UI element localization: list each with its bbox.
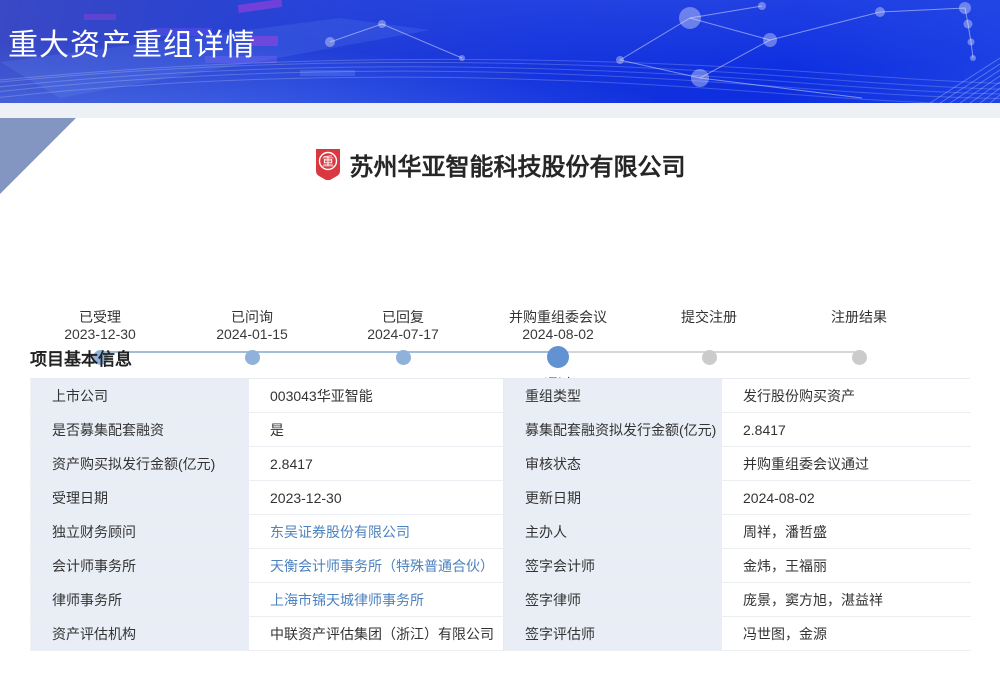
info-label: 主办人 (504, 515, 722, 549)
info-label: 会计师事务所 (31, 549, 249, 583)
info-label: 受理日期 (31, 481, 249, 515)
section-title: 项目基本信息 (30, 345, 132, 370)
info-label: 独立财务顾问 (31, 515, 249, 549)
info-value: 庞景，窦方旭，湛益祥 (722, 583, 971, 617)
timeline-step-inquired: 已问询 2024-01-15 (167, 307, 337, 389)
info-value: 003043华亚智能 (249, 379, 504, 413)
info-value: 并购重组委会议通过 (722, 447, 971, 481)
timeline-step-registration-result: 注册结果 (774, 307, 944, 389)
review-timeline: 已受理 2023-12-30 已问询 2024-01-15 已回复 2024-0… (0, 210, 1000, 305)
info-value: 周祥，潘哲盛 (722, 515, 971, 549)
info-label: 重组类型 (504, 379, 722, 413)
info-label: 上市公司 (31, 379, 249, 413)
info-value: 发行股份购买资产 (722, 379, 971, 413)
info-label: 更新日期 (504, 481, 722, 515)
timeline-dot (396, 350, 411, 365)
timeline-dot-current (547, 346, 569, 368)
law-firm-link[interactable]: 上海市锦天城律师事务所 (249, 583, 504, 617)
banner-divider-strip (0, 103, 1000, 118)
project-info-table: 上市公司 003043华亚智能 重组类型 发行股份购买资产 是否募集配套融资 是… (30, 378, 970, 651)
restructure-badge-icon: 重 (315, 148, 341, 180)
info-value: 冯世图，金源 (722, 617, 971, 651)
info-value: 2023-12-30 (249, 481, 504, 515)
info-label: 签字评估师 (504, 617, 722, 651)
info-label: 资产评估机构 (31, 617, 249, 651)
company-name: 苏州华亚智能科技股份有限公司 (350, 147, 686, 182)
page-title: 重大资产重组详情 (8, 20, 256, 64)
info-value: 金炜，王福丽 (722, 549, 971, 583)
timeline-dot (702, 350, 717, 365)
info-label: 审核状态 (504, 447, 722, 481)
page-banner: 重大资产重组详情 (0, 0, 1000, 103)
info-label: 是否募集配套融资 (31, 413, 249, 447)
info-label: 签字律师 (504, 583, 722, 617)
timeline-dot (852, 350, 867, 365)
page: 重大资产重组详情 主板 重 苏州华亚智能科技股份有限公司 已受理 2023-12… (0, 0, 1000, 677)
info-value: 是 (249, 413, 504, 447)
content-card: 主板 重 苏州华亚智能科技股份有限公司 已受理 2023-12-30 已问询 (0, 118, 1000, 677)
info-label: 募集配套融资拟发行金额(亿元) (504, 413, 722, 447)
financial-advisor-link[interactable]: 东吴证券股份有限公司 (249, 515, 504, 549)
info-value: 2.8417 (722, 413, 971, 447)
svg-text:重: 重 (321, 155, 333, 169)
timeline-dot (245, 350, 260, 365)
info-value: 2.8417 (249, 447, 504, 481)
info-value: 中联资产评估集团（浙江）有限公司 (249, 617, 504, 651)
info-label: 律师事务所 (31, 583, 249, 617)
info-label: 资产购买拟发行金额(亿元) (31, 447, 249, 481)
info-label: 签字会计师 (504, 549, 722, 583)
company-heading: 重 苏州华亚智能科技股份有限公司 (0, 146, 1000, 182)
timeline-step-replied: 已回复 2024-07-17 (318, 307, 488, 389)
accounting-firm-link[interactable]: 天衡会计师事务所（特殊普通合伙） (249, 549, 504, 583)
info-value: 2024-08-02 (722, 481, 971, 515)
timeline-step-submit-registration: 提交注册 (624, 307, 794, 389)
